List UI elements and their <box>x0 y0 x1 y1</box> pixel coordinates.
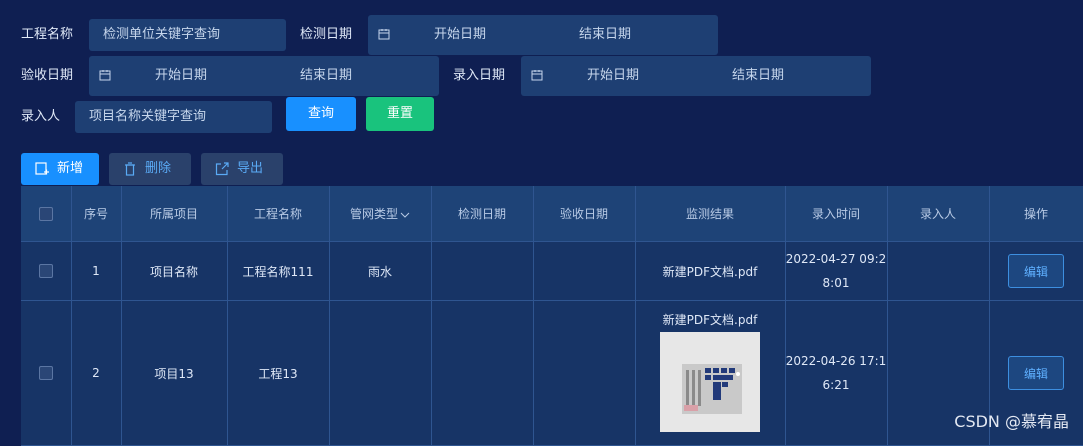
export-button-label: 导出 <box>237 161 264 176</box>
query-button[interactable]: 查询 <box>286 97 356 131</box>
project-cell: 项目名称 <box>121 241 228 301</box>
row-select-cell <box>21 300 72 446</box>
person-cell <box>887 241 990 301</box>
result-cell: 新建PDF文档.pdf <box>635 241 786 301</box>
delete-button[interactable]: 删除 <box>109 153 191 185</box>
column-header-test-date: 检测日期 <box>431 186 534 242</box>
test-date-range[interactable]: 开始日期 结束日期 <box>368 15 718 55</box>
add-button-label: 新增 <box>57 161 84 176</box>
project-name-placeholder: 检测单位关键字查询 <box>103 27 221 42</box>
acceptance-date-range[interactable]: 开始日期 结束日期 <box>89 56 439 96</box>
project-cell: 项目13 <box>121 300 228 446</box>
acceptance-date-end[interactable]: 结束日期 <box>300 56 352 96</box>
entry-date-label: 录入日期 <box>453 68 506 83</box>
acceptance-date-cell <box>533 241 636 301</box>
add-button[interactable]: 新增 <box>21 153 99 185</box>
select-all-cell <box>21 186 72 242</box>
table-header-row: 序号 所属项目 工程名称 管网类型 检测日期 验收日期 监测结果 录入时间 录入… <box>21 186 1083 242</box>
entry-time-part-1: 2022-04-26 17:1 <box>785 354 887 368</box>
reset-button[interactable]: 重置 <box>366 97 434 131</box>
acceptance-date-label: 验收日期 <box>21 68 74 83</box>
select-all-checkbox[interactable] <box>38 206 53 221</box>
watermark: CSDN @慕宥晶 <box>954 412 1069 431</box>
row-checkbox[interactable] <box>38 264 53 279</box>
network-type-cell: 雨水 <box>329 241 432 301</box>
project-name-input[interactable]: 检测单位关键字查询 <box>89 19 286 51</box>
test-date-cell <box>431 300 534 446</box>
column-header-acceptance-date: 验收日期 <box>533 186 636 242</box>
calendar-icon <box>99 70 111 81</box>
data-table: 序号 所属项目 工程名称 管网类型 检测日期 验收日期 监测结果 录入时间 录入… <box>21 186 1083 446</box>
test-date-end[interactable]: 结束日期 <box>579 15 631 55</box>
entry-time-part-2: 8:01 <box>822 276 850 290</box>
entry-date-range[interactable]: 开始日期 结束日期 <box>521 56 871 96</box>
result-cell: 新建PDF文档.pdf <box>635 300 786 446</box>
edit-button[interactable]: 编辑 <box>1008 356 1064 390</box>
table-row: 2 项目13 工程13 新建PDF文档.pdf 2022-04-26 17:1 … <box>21 300 1083 446</box>
test-date-label: 检测日期 <box>300 27 353 42</box>
column-header-entry-time: 录入时间 <box>785 186 888 242</box>
entry-time-part-2: 6:21 <box>822 378 850 392</box>
result-thumbnail-image[interactable] <box>660 332 760 432</box>
row-select-cell <box>21 241 72 301</box>
column-header-project: 所属项目 <box>121 186 228 242</box>
delete-button-label: 删除 <box>145 161 172 176</box>
add-icon <box>35 162 49 175</box>
column-header-index: 序号 <box>71 186 122 242</box>
export-button[interactable]: 导出 <box>201 153 283 185</box>
result-file-link[interactable]: 新建PDF文档.pdf <box>663 313 758 327</box>
test-date-cell <box>431 241 534 301</box>
acceptance-date-cell <box>533 300 636 446</box>
network-type-header-label: 管网类型 <box>349 207 398 221</box>
project-name-label: 工程名称 <box>21 27 74 42</box>
column-header-person: 录入人 <box>887 186 990 242</box>
column-header-action: 操作 <box>989 186 1083 242</box>
entry-date-start[interactable]: 开始日期 <box>587 56 639 96</box>
network-type-cell <box>329 300 432 446</box>
index-cell: 2 <box>71 300 122 446</box>
table-row: 1 项目名称 工程名称111 雨水 新建PDF文档.pdf 2022-04-27… <box>21 241 1083 301</box>
index-cell: 1 <box>71 241 122 301</box>
result-file-link[interactable]: 新建PDF文档.pdf <box>663 265 758 279</box>
export-icon <box>215 162 229 176</box>
entry-person-input[interactable]: 项目名称关键字查询 <box>75 101 272 133</box>
calendar-icon <box>378 29 390 40</box>
test-date-start[interactable]: 开始日期 <box>434 15 486 55</box>
document-preview-icon <box>682 364 742 414</box>
acceptance-date-start[interactable]: 开始日期 <box>155 56 207 96</box>
engineering-cell: 工程名称111 <box>227 241 330 301</box>
trash-icon <box>125 162 135 176</box>
entry-date-end[interactable]: 结束日期 <box>732 56 784 96</box>
chevron-down-icon <box>400 212 410 218</box>
engineering-cell: 工程13 <box>227 300 330 446</box>
entry-time-part-1: 2022-04-27 09:2 <box>785 252 887 266</box>
column-header-result: 监测结果 <box>635 186 786 242</box>
row-checkbox[interactable] <box>38 366 53 381</box>
column-header-engineering: 工程名称 <box>227 186 330 242</box>
column-header-network-type[interactable]: 管网类型 <box>329 186 432 242</box>
calendar-icon <box>531 70 543 81</box>
action-cell: 编辑 <box>989 241 1083 301</box>
entry-person-label: 录入人 <box>21 109 61 124</box>
entry-time-cell: 2022-04-26 17:1 6:21 <box>785 300 888 446</box>
entry-person-placeholder: 项目名称关键字查询 <box>89 109 207 124</box>
entry-time-cell: 2022-04-27 09:2 8:01 <box>785 241 888 301</box>
edit-button[interactable]: 编辑 <box>1008 254 1064 288</box>
